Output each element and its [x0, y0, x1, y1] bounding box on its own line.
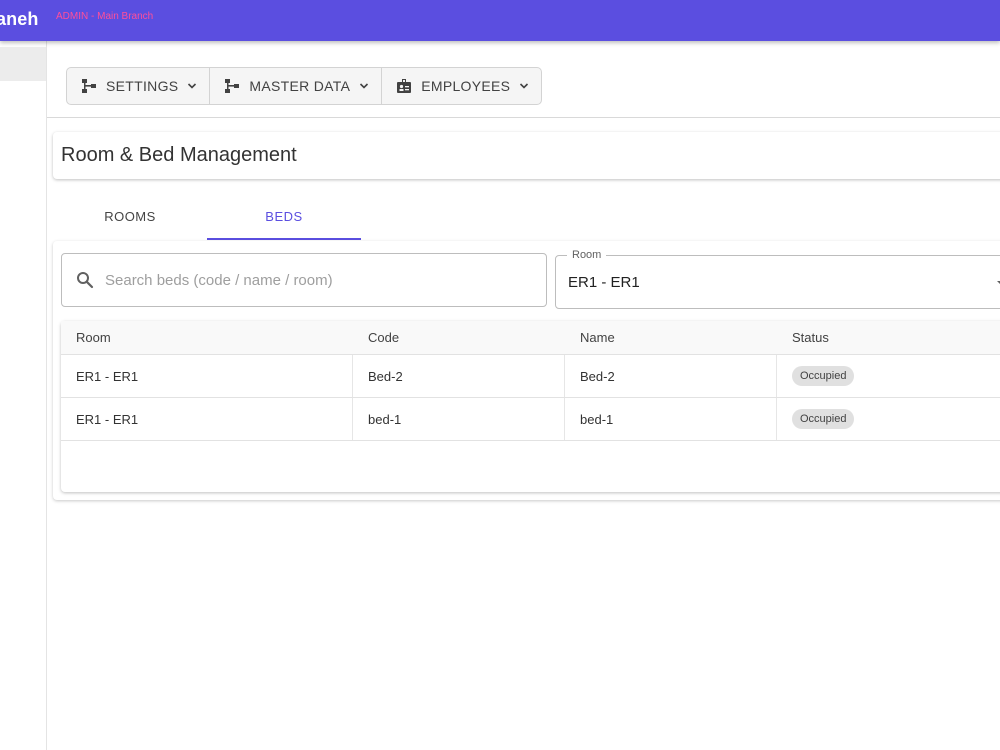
cell-status: Occupied [777, 398, 1000, 440]
settings-menu-label: SETTINGS [106, 78, 179, 94]
app-brand[interactable]: aneh [0, 9, 38, 30]
page-title: Room & Bed Management [61, 144, 297, 166]
chevron-down-icon [188, 83, 197, 89]
room-select-value: ER1 - ER1 [568, 274, 640, 291]
column-header-name[interactable]: Name [565, 321, 777, 354]
table-row[interactable]: ER1 - ER1 Bed-2 Bed-2 Occupied [61, 355, 1000, 398]
cell-room: ER1 - ER1 [61, 398, 353, 440]
sidebar [0, 41, 47, 750]
search-placeholder: Search beds (code / name / room) [105, 271, 333, 289]
employees-menu-label: EMPLOYEES [421, 78, 511, 94]
table-row[interactable]: ER1 - ER1 bed-1 bed-1 Occupied [61, 398, 1000, 441]
employees-menu-button[interactable]: EMPLOYEES [382, 68, 541, 104]
beds-panel: Search beds (code / name / room) Room ER… [53, 241, 1000, 500]
search-icon [77, 272, 94, 289]
page-title-card: Room & Bed Management [53, 132, 1000, 179]
tab-bar: ROOMS BEDS [53, 193, 1000, 241]
cell-code: bed-1 [353, 398, 565, 440]
column-header-code[interactable]: Code [353, 321, 565, 354]
beds-table: Room Code Name Status ER1 - ER1 Bed-2 Be… [61, 321, 1000, 492]
hierarchy-icon [225, 79, 240, 93]
cell-code: Bed-2 [353, 355, 565, 397]
cell-status: Occupied [777, 355, 1000, 397]
menu-group: SETTINGS MASTER DATA EMPLOYEES [66, 67, 543, 105]
tab-indicator [207, 238, 361, 240]
tab-beds[interactable]: BEDS [207, 193, 361, 239]
id-badge-icon [397, 79, 412, 93]
cell-name: bed-1 [565, 398, 777, 440]
chevron-down-icon [520, 83, 529, 89]
app-bar: aneh ADMIN - Main Branch [0, 0, 1000, 41]
cell-name: Bed-2 [565, 355, 777, 397]
column-header-room[interactable]: Room [61, 321, 353, 354]
menu-bar: SETTINGS MASTER DATA EMPLOYEES [47, 41, 1000, 118]
room-select[interactable]: Room ER1 - ER1 [555, 249, 1000, 309]
sidebar-active-item[interactable] [0, 47, 46, 81]
dropdown-arrow-icon [997, 281, 1000, 284]
app-subtitle: ADMIN - Main Branch [56, 11, 154, 22]
hierarchy-icon [82, 79, 96, 93]
master-data-menu-label: MASTER DATA [249, 78, 351, 94]
search-input[interactable]: Search beds (code / name / room) [61, 253, 547, 307]
settings-menu-button[interactable]: SETTINGS [67, 68, 211, 104]
master-data-menu-button[interactable]: MASTER DATA [210, 68, 383, 104]
status-badge: Occupied [792, 366, 855, 386]
status-badge: Occupied [792, 409, 855, 429]
column-header-status[interactable]: Status [777, 321, 1000, 354]
table-header-row: Room Code Name Status [61, 321, 1000, 355]
tab-rooms[interactable]: ROOMS [53, 193, 207, 239]
cell-room: ER1 - ER1 [61, 355, 353, 397]
chevron-down-icon [360, 83, 369, 89]
room-select-label: Room [567, 249, 607, 261]
